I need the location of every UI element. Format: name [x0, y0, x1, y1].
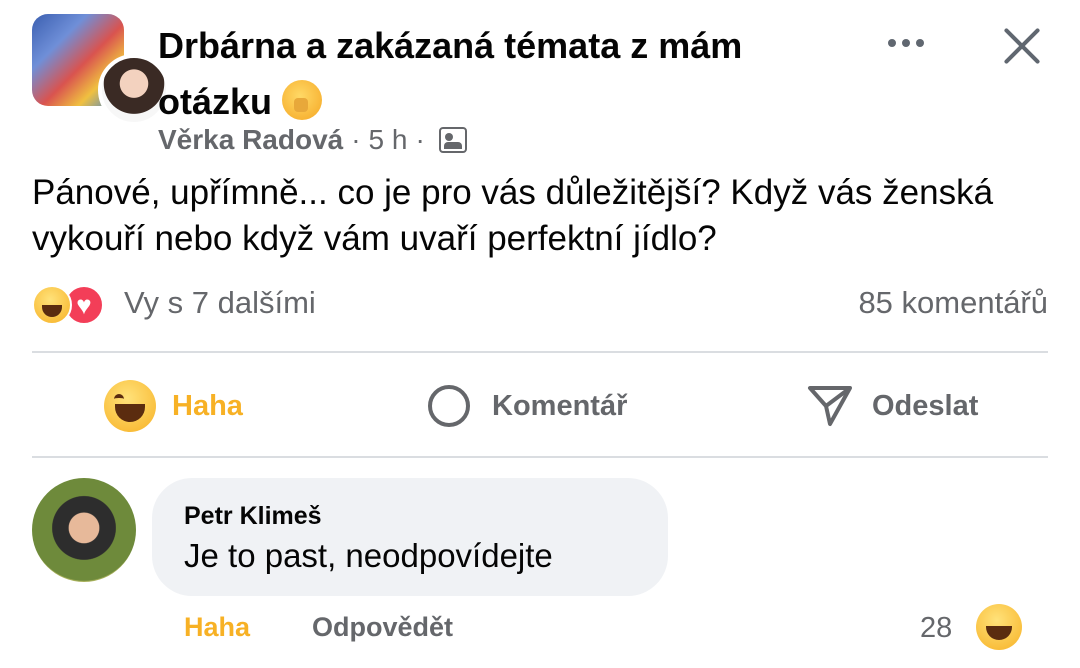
group-title[interactable]: Drbárna a zakázaná témata z mám otázku	[158, 18, 858, 130]
haha-label: Haha	[172, 389, 243, 422]
post-meta: Věrka Radová · 5 h ·	[158, 124, 467, 156]
comment-button[interactable]: Komentář	[428, 380, 627, 432]
reaction-icons[interactable]	[32, 285, 122, 325]
comment-text: Je to past, neodpovídejte	[184, 537, 553, 574]
haha-icon	[32, 285, 72, 325]
author-name[interactable]: Věrka Radová	[158, 124, 343, 156]
haha-icon[interactable]	[976, 604, 1022, 650]
comment-reaction-count[interactable]: 28	[920, 612, 952, 645]
haha-reaction-button[interactable]: Haha	[104, 380, 243, 432]
comment-author[interactable]: Petr Klimeš	[184, 502, 322, 531]
divider	[32, 351, 1048, 353]
comments-count[interactable]: 85 komentářů	[858, 285, 1048, 321]
shushing-face-icon	[282, 80, 323, 120]
group-title-text[interactable]: Drbárna a zakázaná témata z mám otázku	[158, 25, 742, 122]
send-button[interactable]: Odeslat	[806, 380, 978, 432]
post-text: Pánové, upřímně... co je pro vás důležit…	[32, 173, 994, 258]
haha-icon	[104, 380, 156, 432]
close-icon[interactable]	[996, 20, 1048, 72]
reactions-count-text[interactable]: Vy s 7 dalšími	[124, 285, 316, 321]
meta-separator: ·	[351, 124, 361, 155]
comment-label: Komentář	[492, 389, 628, 422]
send-label: Odeslat	[872, 389, 979, 422]
reactions-summary: Vy s 7 dalšími 85 komentářů	[32, 283, 1048, 329]
comment-bubble-icon	[428, 385, 470, 427]
group-avatar[interactable]	[32, 14, 170, 126]
divider	[32, 456, 1048, 458]
send-icon	[808, 386, 852, 426]
meta-separator-2: ·	[415, 124, 425, 155]
comment-reply-button[interactable]: Odpovědět	[312, 612, 453, 643]
post-time[interactable]: 5 h	[369, 124, 408, 156]
commenter-avatar[interactable]	[32, 478, 136, 582]
more-options-icon[interactable]	[880, 26, 932, 60]
group-members-icon	[438, 127, 467, 153]
comment-haha-button[interactable]: Haha	[184, 612, 250, 643]
